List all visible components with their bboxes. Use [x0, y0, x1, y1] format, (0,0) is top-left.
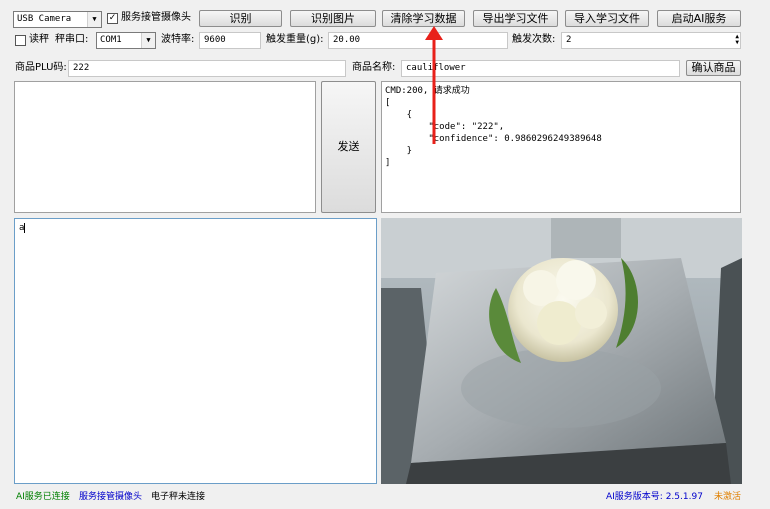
service-camera-checkbox[interactable]: ✓ — [107, 13, 118, 24]
export-learning-file-button[interactable]: 导出学习文件 — [473, 10, 558, 27]
camera-select[interactable]: USB Camera ▼ — [13, 11, 102, 28]
trigger-weight-input[interactable]: 20.00 — [328, 32, 508, 49]
scale-port-value: COM1 — [100, 35, 122, 45]
product-name-label: 商品名称: — [352, 62, 396, 73]
camera-service-status: 服务接管摄像头 — [79, 492, 143, 502]
response-line: ] — [385, 158, 391, 168]
service-camera-label: 服务接管摄像头 — [121, 12, 191, 23]
camera-frame-image — [381, 218, 742, 484]
recognize-image-button[interactable]: 识别图片 — [290, 10, 376, 27]
scale-status: 电子秤未连接 — [151, 492, 206, 502]
recognize-button[interactable]: 识别 — [199, 10, 282, 27]
read-scale-checkbox[interactable] — [15, 35, 26, 46]
annotation-arrow-icon — [425, 26, 443, 144]
message-input[interactable]: a — [14, 218, 377, 484]
trigger-count-spinner[interactable]: 2 ▲ ▼ — [561, 32, 741, 49]
baud-rate-label: 波特率: — [161, 34, 195, 45]
plu-input[interactable]: 222 — [68, 60, 346, 77]
chevron-down-icon: ▼ — [87, 12, 101, 27]
camera-preview — [381, 218, 742, 484]
camera-select-value: USB Camera — [17, 14, 72, 24]
request-textarea[interactable] — [14, 81, 316, 213]
import-learning-file-button[interactable]: 导入学习文件 — [565, 10, 649, 27]
start-ai-service-button[interactable]: 启动AI服务 — [657, 10, 741, 27]
spinner-arrows-icon[interactable]: ▲ ▼ — [735, 34, 739, 46]
baud-rate-input[interactable]: 9600 — [199, 32, 261, 49]
activation-status: 未激活 — [714, 492, 742, 502]
ai-service-status: AI服务已连接 — [16, 492, 70, 502]
scale-port-select[interactable]: COM1 ▼ — [96, 32, 156, 49]
chevron-down-icon: ▼ — [141, 33, 155, 48]
scale-port-label: 秤串口: — [55, 34, 89, 45]
trigger-count-label: 触发次数: — [512, 34, 556, 45]
send-button[interactable]: 发送 — [321, 81, 376, 213]
ai-version-label: AI服务版本号: 2.5.1.97 — [606, 492, 703, 502]
trigger-count-value: 2 — [566, 35, 572, 45]
plu-label: 商品PLU码: — [15, 62, 67, 73]
trigger-weight-label: 触发重量(g): — [266, 34, 324, 45]
text-cursor — [24, 223, 31, 233]
response-line: } — [385, 146, 413, 156]
read-scale-label: 读秤 — [29, 34, 49, 45]
confirm-product-button[interactable]: 确认商品 — [686, 60, 741, 76]
